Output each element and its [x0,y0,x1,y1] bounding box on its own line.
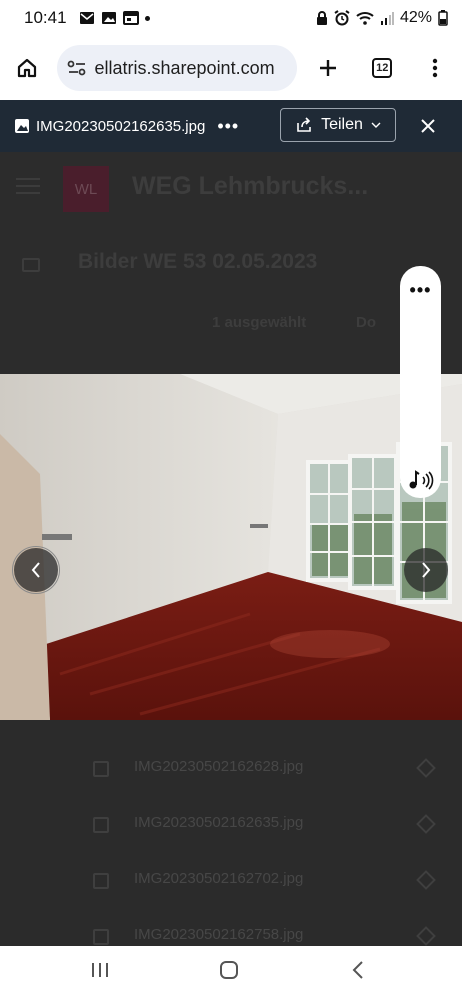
close-viewer-button[interactable] [414,112,442,140]
file-list: IMG20230502162628.jpg IMG20230502162635.… [0,720,462,946]
site-title: WEG Lehmbrucks... [132,172,369,200]
file-action-icon[interactable] [416,758,436,778]
file-name: IMG20230502162702.jpg [134,870,304,887]
hamburger-menu-icon [16,178,40,194]
status-bar: 10:41 42% [0,0,462,36]
file-name: IMG20230502162758.jpg [134,926,304,943]
breadcrumb: Bilder WE 53 02.05.2023 [78,250,318,273]
calendar-icon [122,11,139,25]
file-row[interactable]: IMG20230502162635.jpg [0,798,462,854]
file-action-icon[interactable] [416,926,436,946]
site-logo: WL [63,166,109,212]
browser-menu-button[interactable] [418,50,453,86]
url-text: ellatris.sharepoint.com [94,57,275,78]
plus-icon [319,60,336,76]
photo-preview [0,374,462,720]
system-navigation-bar [0,946,462,1000]
file-name: IMG20230502162628.jpg [134,758,304,775]
back-button[interactable] [350,960,366,980]
file-row[interactable]: IMG20230502162628.jpg [0,742,462,798]
lock-icon [316,10,327,25]
home-icon [18,58,37,78]
battery-percent: 42% [399,9,432,26]
wifi-icon [356,12,374,25]
signal-icon [380,12,394,25]
close-icon [421,119,435,133]
share-icon [297,117,311,132]
viewer-header: IMG20230502162635.jpg ••• Teilen [0,100,462,152]
chevron-down-icon [371,122,381,128]
file-action-icon[interactable] [416,870,436,890]
image-file-icon [93,761,109,777]
image-file-icon [93,873,109,889]
file-action-icon[interactable] [416,814,436,834]
chevron-right-icon [422,562,431,578]
sharepoint-background: WL WEG Lehmbrucks... Bilder WE 53 02.05.… [0,152,462,374]
mail-icon [79,12,94,24]
address-bar[interactable]: ellatris.sharepoint.com [56,45,297,91]
floating-panel[interactable]: ••• [400,266,441,498]
new-tab-button[interactable] [311,50,346,86]
browser-toolbar: ellatris.sharepoint.com 12 [0,36,462,100]
command-bar: 1 ausgewählt Do [0,304,462,346]
viewer-file-name: IMG20230502162635.jpg [36,117,206,135]
chevron-left-icon [31,562,40,578]
panel-more-icon[interactable]: ••• [400,280,441,301]
site-settings-icon[interactable] [67,60,87,76]
viewer-more-button[interactable]: ••• [217,116,239,137]
home-nav-button[interactable] [219,960,239,980]
selection-count: 1 ausgewählt [212,314,307,331]
home-button[interactable] [10,50,45,86]
image-file-icon [93,929,109,945]
status-time: 10:41 [24,8,67,27]
battery-icon [438,10,448,26]
recent-apps-button[interactable] [90,960,110,980]
tab-count: 12 [372,58,393,78]
room-photo [0,374,462,720]
share-button[interactable]: Teilen [280,108,396,142]
music-note-icon[interactable] [408,470,434,490]
next-image-button[interactable] [404,548,448,592]
alarm-icon [334,10,350,26]
tab-switcher-button[interactable]: 12 [365,50,400,86]
image-file-icon [93,817,109,833]
file-name: IMG20230502162635.jpg [134,814,304,831]
more-vertical-icon [432,58,437,78]
image-file-icon [15,119,29,133]
file-row[interactable]: IMG20230502162702.jpg [0,854,462,910]
folder-icon [22,258,40,272]
previous-image-button[interactable] [12,546,60,594]
notification-dot [144,15,150,21]
image-icon [101,12,116,24]
download-label: Do [356,314,376,331]
share-label: Teilen [321,116,363,133]
